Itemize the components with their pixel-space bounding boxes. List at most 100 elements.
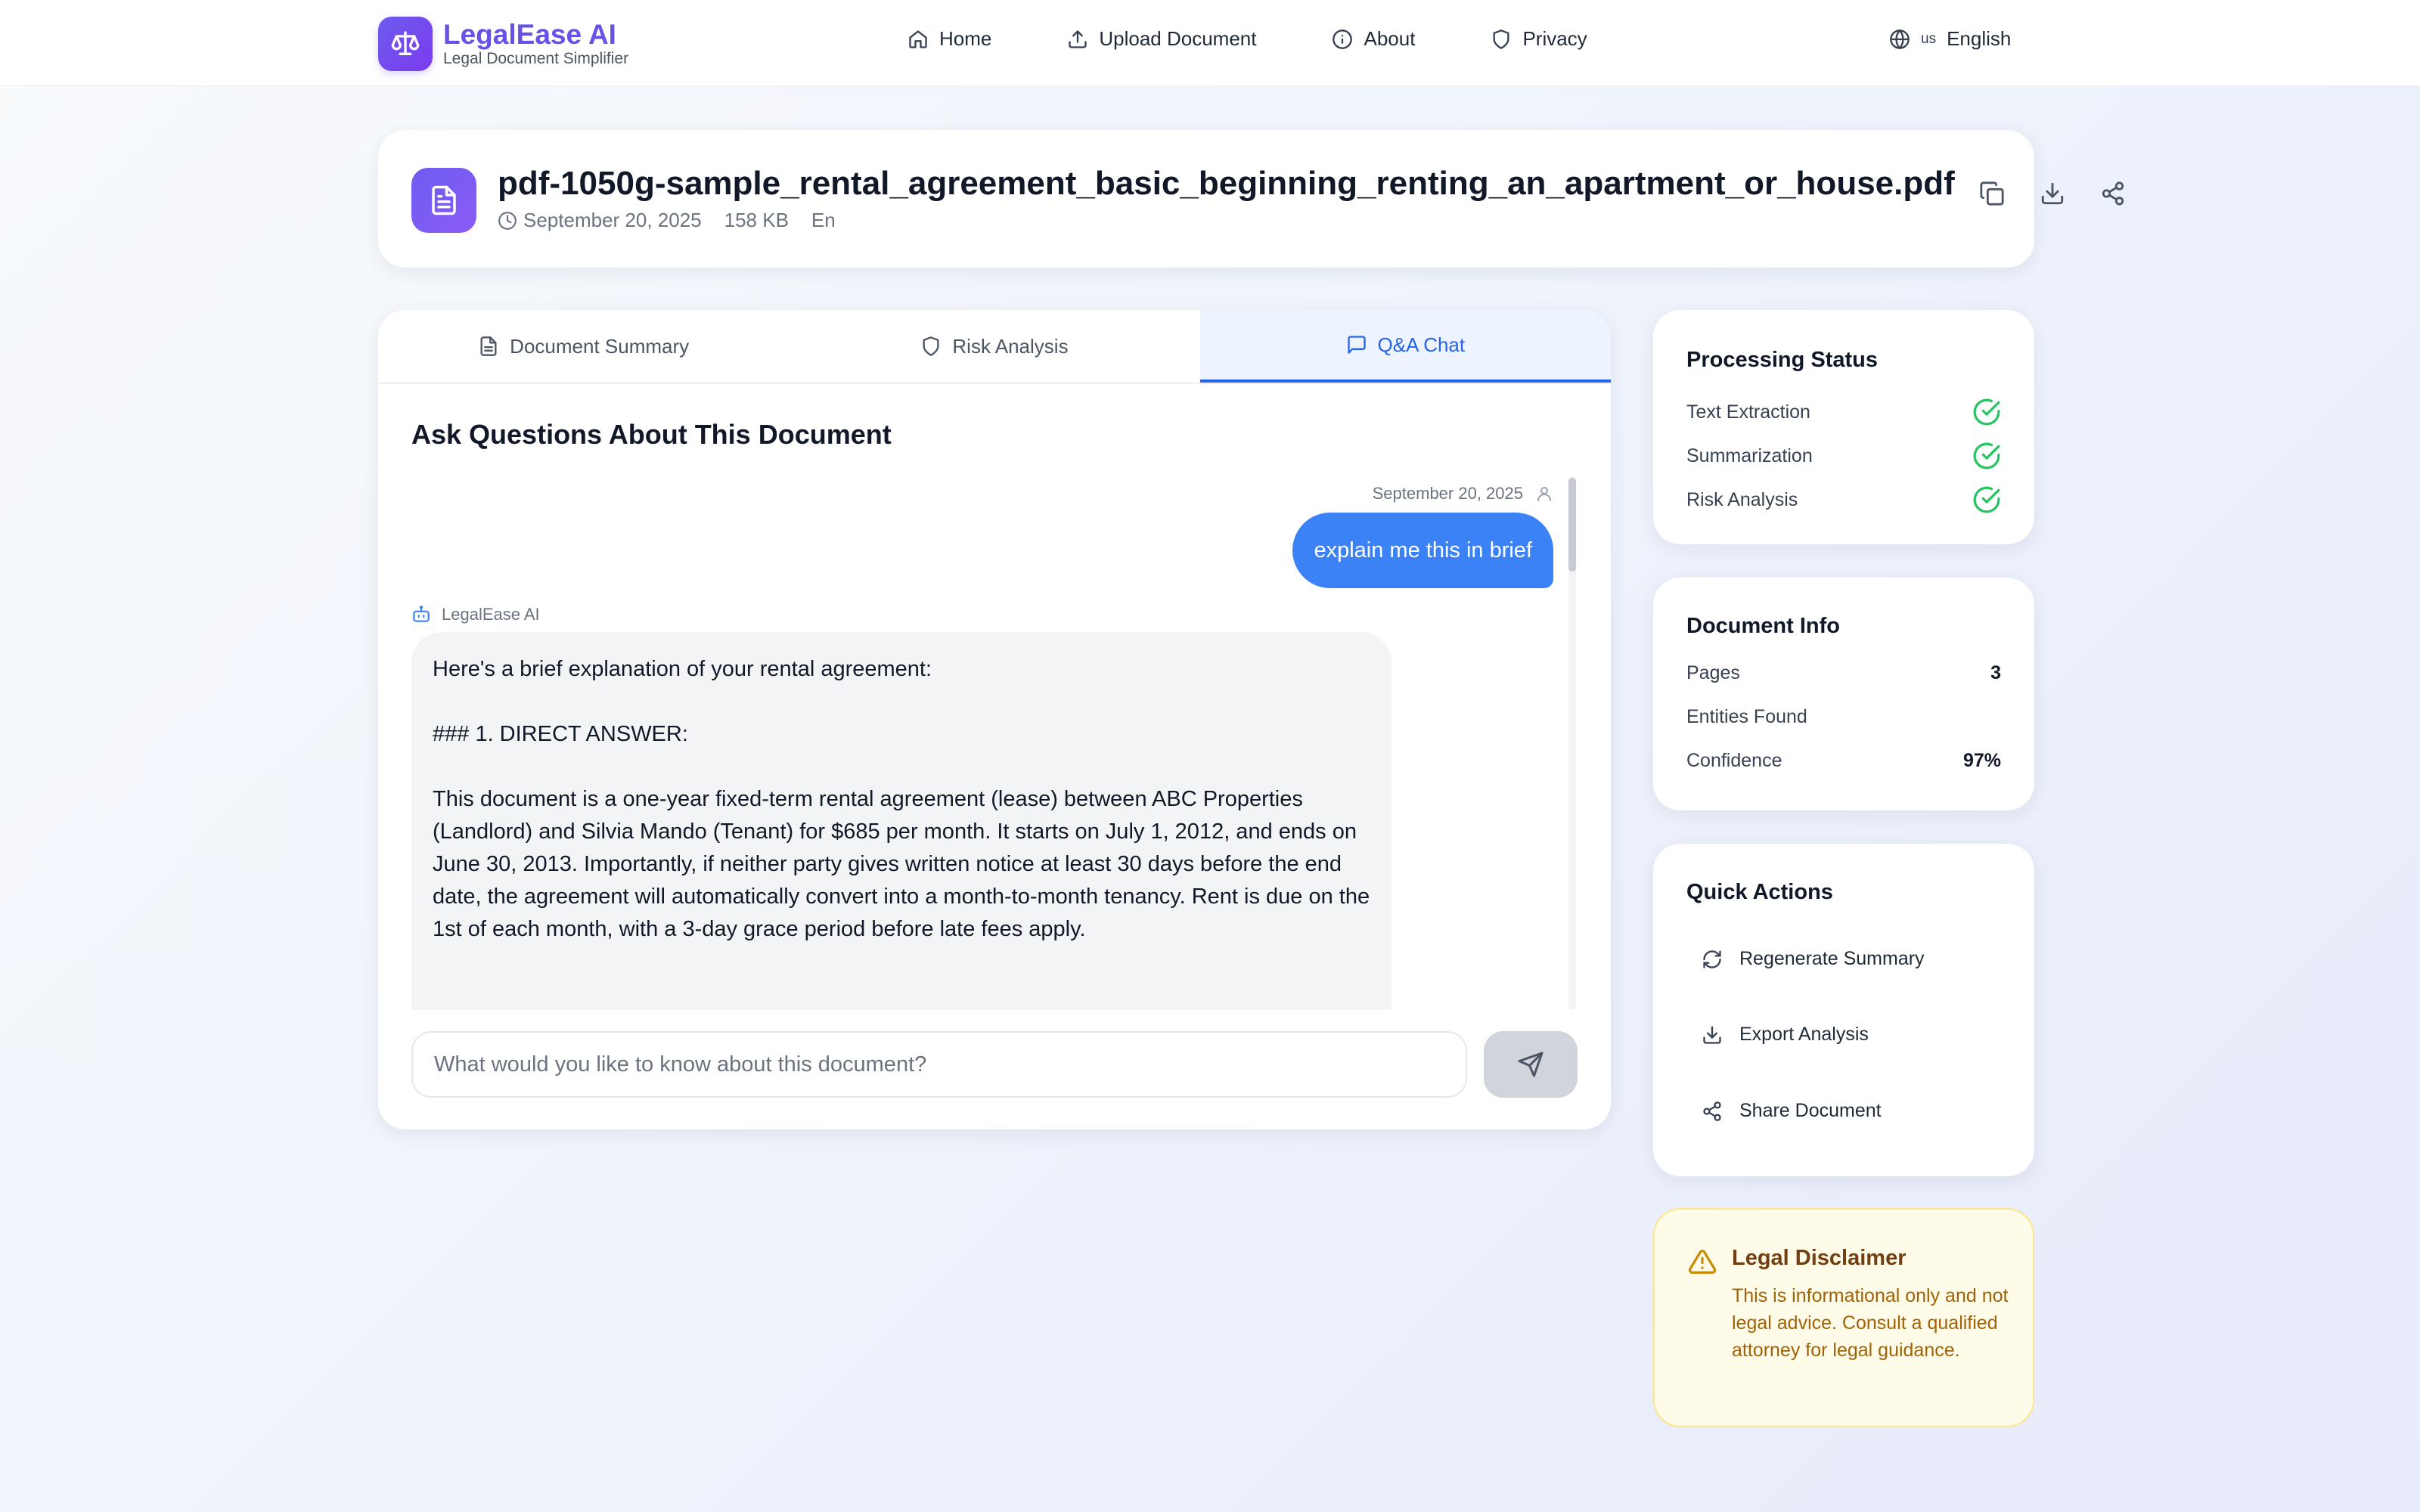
analysis-tabs: Document Summary Risk Analysis Q&A Chat: [378, 310, 1611, 384]
document-language: En: [811, 209, 836, 231]
clock-icon: [498, 211, 517, 230]
main-nav: Home Upload Document About Privacy: [908, 27, 1663, 51]
export-analysis-button[interactable]: Export Analysis: [1702, 1024, 1869, 1046]
language-label: English: [1947, 27, 2012, 50]
status-row-summarization: Summarization: [1686, 442, 2001, 470]
download-icon: [1703, 1025, 1721, 1044]
document-date: September 20, 2025: [523, 209, 702, 231]
language-flag: us: [1921, 30, 1937, 47]
document-meta: September 20, 2025 158 KB En: [498, 209, 858, 232]
info-row-pages: Pages 3: [1686, 662, 2001, 684]
app-subtitle: Legal Document Simplifier: [443, 50, 629, 67]
document-info-title: Document Info: [1686, 614, 1840, 638]
home-icon: [909, 29, 927, 48]
tab-risk-analysis[interactable]: Risk Analysis: [789, 310, 1199, 383]
language-selector[interactable]: us English: [1889, 27, 2011, 51]
info-label: Entities Found: [1686, 706, 1807, 727]
document-file-name: pdf-1050g-sample_rental_agreement_basic_…: [498, 165, 1955, 202]
user-message-meta: September 20, 2025: [1373, 484, 1553, 503]
quick-actions-card: Quick Actions Regenerate Summary Export …: [1653, 844, 2034, 1176]
download-button[interactable]: [2034, 175, 2071, 212]
tab-qa-chat-label: Q&A Chat: [1377, 333, 1466, 356]
chat-scrollbar-thumb[interactable]: [1568, 478, 1576, 572]
file-icon: [411, 168, 476, 233]
brand[interactable]: LegalEase AI Legal Document Simplifier: [378, 17, 628, 71]
chat-question-input[interactable]: [411, 1031, 1467, 1098]
status-row-risk-analysis: Risk Analysis: [1686, 485, 2001, 514]
nav-home-label: Home: [939, 27, 992, 50]
info-row-confidence: Confidence 97%: [1686, 750, 2001, 772]
info-icon: [1333, 29, 1353, 49]
nav-about[interactable]: About: [1332, 27, 1415, 51]
check-circle-icon: [1973, 398, 2000, 426]
export-analysis-label: Export Analysis: [1739, 1024, 1869, 1045]
share-button[interactable]: [2095, 175, 2131, 212]
bot-icon: [413, 606, 430, 622]
qa-chat-panel: Document Summary Risk Analysis Q&A Chat …: [378, 310, 1611, 1129]
document-size: 158 KB: [724, 209, 789, 231]
status-label: Risk Analysis: [1686, 488, 1798, 510]
tab-qa-chat[interactable]: Q&A Chat: [1199, 310, 1611, 383]
nav-upload-label: Upload Document: [1099, 27, 1257, 50]
status-row-text-extraction: Text Extraction: [1686, 398, 2001, 426]
info-row-entities-found: Entities Found: [1686, 706, 2001, 728]
check-circle-icon: [1973, 442, 2000, 469]
globe-icon: [1890, 29, 1910, 49]
user-icon: [1537, 487, 1551, 501]
document-icon: [480, 336, 497, 356]
nav-privacy-label: Privacy: [1522, 27, 1587, 50]
processing-status-title: Processing Status: [1686, 348, 1879, 372]
ai-sender-name: LegalEase AI: [442, 605, 540, 624]
chat-messages[interactable]: September 20, 2025 explain me this in br…: [411, 476, 1553, 1010]
info-label: Pages: [1686, 662, 1740, 683]
scales-icon: [378, 17, 433, 71]
shield-icon: [1493, 29, 1509, 49]
send-button[interactable]: [1484, 1031, 1578, 1098]
document-info-card: Document Info Pages 3 Entities Found Con…: [1653, 578, 2034, 810]
info-value: 97%: [1962, 750, 2001, 771]
shield-icon: [923, 336, 939, 356]
download-icon: [2041, 182, 2064, 205]
document-actions: [1974, 175, 2155, 212]
nav-upload-document[interactable]: Upload Document: [1067, 27, 1256, 51]
app-name: LegalEase AI: [443, 19, 616, 50]
nav-home[interactable]: Home: [908, 27, 991, 51]
nav-about-label: About: [1364, 27, 1416, 50]
share-document-label: Share Document: [1739, 1100, 1882, 1121]
ai-message-bubble: Here's a brief explanation of your renta…: [411, 632, 1392, 1010]
chat-scrollbar[interactable]: [1568, 476, 1576, 1010]
ai-message-paragraph: This document is a one-year fixed-term r…: [433, 787, 1370, 941]
processing-status-card: Processing Status Text Extraction Summar…: [1653, 310, 2034, 544]
tab-risk-analysis-label: Risk Analysis: [952, 334, 1069, 358]
share-document-button[interactable]: Share Document: [1702, 1100, 1882, 1122]
info-value: 3: [1990, 662, 2001, 683]
user-message-bubble: explain me this in brief: [1292, 513, 1553, 588]
user-message-timestamp: September 20, 2025: [1372, 484, 1523, 503]
document-header-card: pdf-1050g-sample_rental_agreement_basic_…: [378, 130, 2124, 268]
copy-button[interactable]: [1974, 175, 2010, 212]
tab-document-summary-label: Document Summary: [510, 334, 690, 358]
status-label: Summarization: [1686, 445, 1813, 466]
upload-icon: [1069, 29, 1087, 48]
refresh-icon: [1703, 950, 1721, 968]
send-icon: [1518, 1052, 1544, 1077]
regenerate-summary-label: Regenerate Summary: [1739, 948, 1925, 969]
info-label: Confidence: [1686, 750, 1782, 771]
legal-disclaimer-card: Legal Disclaimer This is informational o…: [1653, 1208, 2034, 1427]
status-label: Text Extraction: [1686, 401, 1810, 423]
nav-privacy[interactable]: Privacy: [1491, 27, 1587, 51]
copy-icon: [1980, 181, 2004, 206]
share-icon: [1703, 1101, 1721, 1121]
disclaimer-title: Legal Disclaimer: [1732, 1246, 1907, 1270]
top-navbar: LegalEase AI Legal Document Simplifier H…: [0, 0, 2420, 86]
share-icon: [2102, 181, 2124, 206]
warning-icon: [1688, 1250, 1717, 1274]
quick-actions-title: Quick Actions: [1686, 880, 1833, 904]
chat-icon: [1347, 336, 1366, 354]
chat-title: Ask Questions About This Document: [411, 419, 892, 450]
tab-document-summary[interactable]: Document Summary: [378, 310, 789, 383]
ai-message-paragraph: Here's a brief explanation of your renta…: [433, 657, 932, 681]
regenerate-summary-button[interactable]: Regenerate Summary: [1702, 948, 1925, 970]
disclaimer-text: This is informational only and not legal…: [1732, 1285, 2009, 1361]
check-circle-icon: [1973, 486, 2000, 513]
